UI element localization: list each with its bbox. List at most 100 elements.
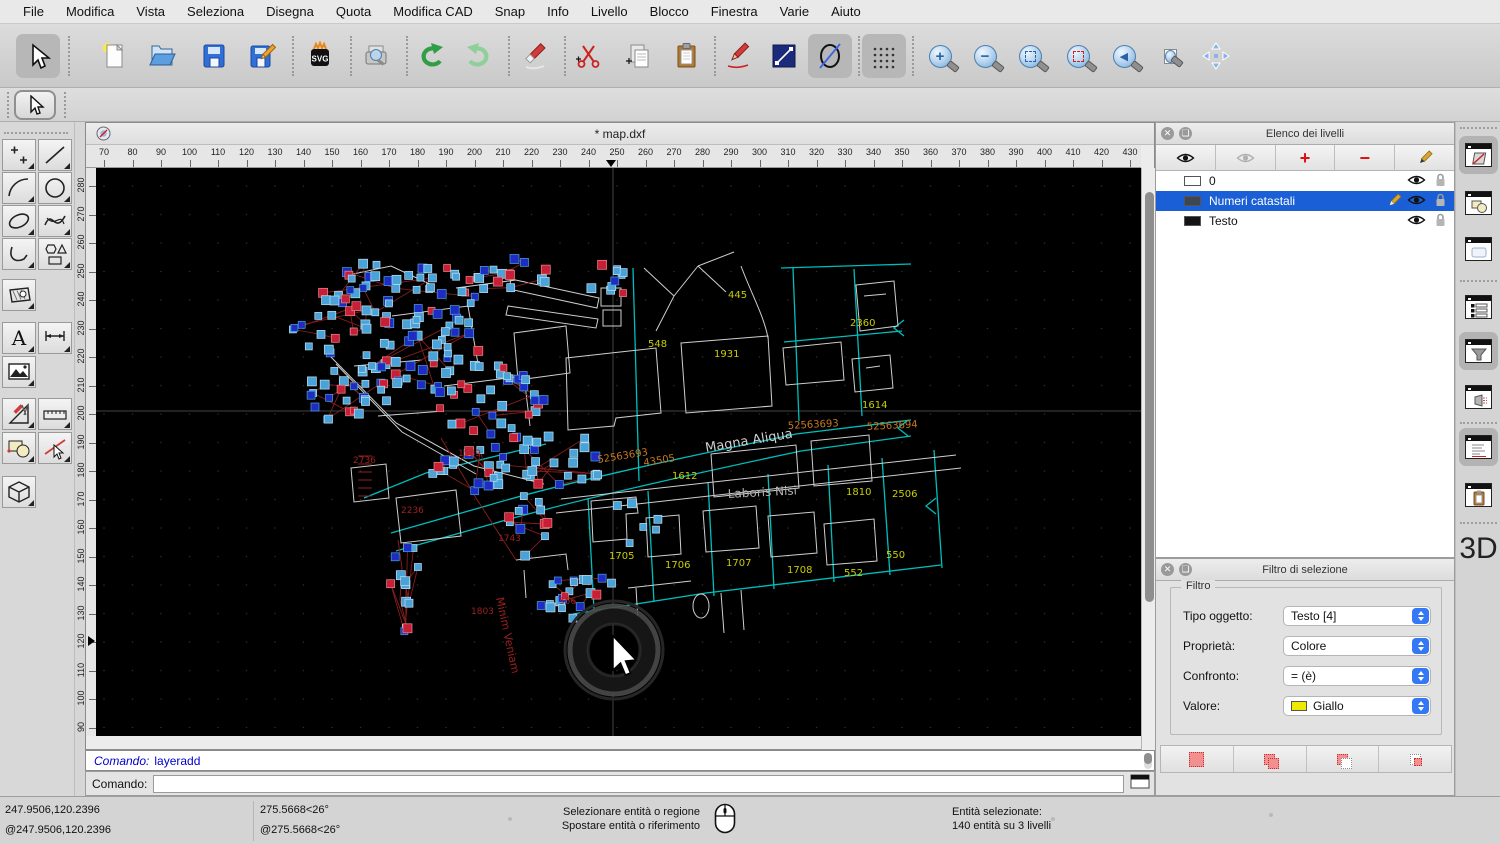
selection-handle[interactable] — [326, 394, 333, 401]
selection-handle[interactable] — [325, 415, 333, 423]
selection-handle[interactable] — [331, 334, 339, 342]
menu-vista[interactable]: Vista — [125, 4, 176, 19]
map-label[interactable]: 2236 — [401, 506, 424, 516]
map-label[interactable]: 1803 — [471, 607, 494, 617]
selection-handle[interactable] — [352, 302, 361, 311]
selection-handle[interactable] — [403, 320, 412, 329]
dimension-tool[interactable] — [38, 322, 72, 354]
selection-handle[interactable] — [391, 553, 399, 561]
layer-visible-icon[interactable] — [1407, 194, 1426, 209]
selection-handle[interactable] — [311, 403, 319, 411]
selection-handle[interactable] — [500, 364, 507, 371]
selection-handle[interactable] — [474, 479, 483, 488]
selection-handle[interactable] — [405, 271, 413, 279]
command-input[interactable] — [153, 775, 1124, 793]
blocks-panel-toggle[interactable] — [1459, 288, 1498, 326]
line-tool-button[interactable] — [762, 34, 806, 78]
selection-handle[interactable] — [350, 328, 357, 335]
selection-handle[interactable] — [317, 330, 325, 338]
selection-handle[interactable] — [347, 287, 354, 294]
menu-seleziona[interactable]: Seleziona — [176, 4, 255, 19]
selection-handle[interactable] — [377, 363, 385, 371]
map-label[interactable]: 1705 — [609, 551, 634, 562]
map-label[interactable]: Laboris Nisi — [727, 483, 797, 501]
selection-handle[interactable] — [403, 624, 412, 633]
selection-handle[interactable] — [339, 377, 348, 386]
filter-panel-header[interactable]: ✕ ❏ Filtro di selezione — [1156, 559, 1454, 581]
layer-row-testo[interactable]: Testo — [1156, 211, 1454, 231]
layer-lock-icon[interactable] — [1435, 173, 1446, 190]
selection-handle[interactable] — [576, 603, 584, 611]
selection-handle[interactable] — [401, 577, 410, 586]
map-label[interactable]: Magna Aliqua — [704, 427, 794, 456]
print-preview-button[interactable] — [354, 34, 398, 78]
map-label[interactable]: Minim Veniam — [493, 596, 522, 675]
map-label[interactable]: 550 — [886, 550, 905, 561]
selection-handle[interactable] — [537, 602, 545, 610]
selection-handle[interactable] — [506, 271, 515, 280]
selection-handle[interactable] — [434, 462, 443, 471]
image-tool[interactable] — [2, 356, 36, 388]
pan-button[interactable] — [1194, 34, 1238, 78]
map-label[interactable]: 52563694 — [867, 419, 918, 433]
menu-blocco[interactable]: Blocco — [639, 4, 700, 19]
selection-handle[interactable] — [525, 411, 532, 418]
polyline-tool[interactable] — [2, 238, 36, 270]
selection-handle[interactable] — [427, 284, 435, 292]
selection-handle[interactable] — [320, 380, 329, 389]
selection-handle[interactable] — [330, 296, 339, 305]
selection-handle[interactable] — [521, 551, 530, 560]
selection-handle[interactable] — [550, 459, 558, 467]
layer-lock-icon[interactable] — [1435, 193, 1446, 210]
selection-handle[interactable] — [484, 481, 493, 490]
selection-handle[interactable] — [444, 265, 451, 272]
selection-handle[interactable] — [569, 458, 578, 467]
circle-tool[interactable] — [38, 172, 72, 204]
selection-handle[interactable] — [472, 408, 479, 415]
selection-handle[interactable] — [393, 379, 402, 388]
erase-button[interactable] — [512, 34, 556, 78]
selection-handle[interactable] — [429, 352, 438, 361]
selection-handle[interactable] — [291, 324, 298, 331]
selection-handle[interactable] — [502, 464, 510, 472]
undo-button[interactable] — [410, 34, 454, 78]
stepper-icon[interactable] — [1412, 698, 1429, 714]
selection-handle[interactable] — [298, 321, 305, 328]
selection-handle[interactable] — [305, 343, 312, 350]
selection-handle[interactable] — [540, 277, 549, 286]
comparison-select[interactable]: = (è) — [1283, 666, 1431, 686]
command-history-panel-toggle[interactable] — [1459, 428, 1498, 466]
map-label[interactable]: 1614 — [862, 400, 887, 411]
selection-handle[interactable] — [471, 293, 478, 300]
filter-panel-toggle[interactable] — [1459, 332, 1498, 370]
selection-handle[interactable] — [380, 339, 388, 347]
select-tool-button[interactable] — [16, 34, 60, 78]
parcel-boundaries[interactable] — [364, 264, 942, 614]
selection-handle[interactable] — [587, 284, 596, 293]
selection-handle[interactable] — [570, 449, 578, 457]
save-button[interactable] — [192, 34, 236, 78]
layers-panel-header[interactable]: ✕ ❏ Elenco dei livelli — [1156, 123, 1454, 145]
zoom-in-button[interactable]: + — [918, 34, 962, 78]
selection-handle[interactable] — [535, 498, 542, 505]
selection-handle[interactable] — [442, 369, 451, 378]
zoom-selection-button[interactable] — [1056, 34, 1100, 78]
layer-visible-icon[interactable] — [1407, 214, 1426, 229]
selection-handle[interactable] — [491, 443, 499, 451]
selection-handle[interactable] — [598, 260, 607, 269]
paste-button[interactable] — [664, 34, 708, 78]
text-tool[interactable]: A — [2, 322, 36, 354]
object-type-select[interactable]: Testo [4] — [1283, 606, 1431, 626]
selection-handle[interactable] — [523, 436, 532, 445]
selection-handle[interactable] — [487, 430, 495, 438]
map-label[interactable]: 1706 — [665, 560, 690, 571]
selection-handle[interactable] — [359, 366, 366, 373]
selection-handle[interactable] — [453, 273, 460, 280]
selection-handle[interactable] — [458, 381, 465, 388]
selection-handle[interactable] — [322, 296, 331, 305]
selection-handle[interactable] — [403, 375, 410, 382]
stepper-icon[interactable] — [1412, 638, 1429, 654]
selection-handle[interactable] — [582, 575, 591, 584]
spline-tool[interactable] — [38, 205, 72, 237]
new-file-button[interactable] — [92, 34, 136, 78]
